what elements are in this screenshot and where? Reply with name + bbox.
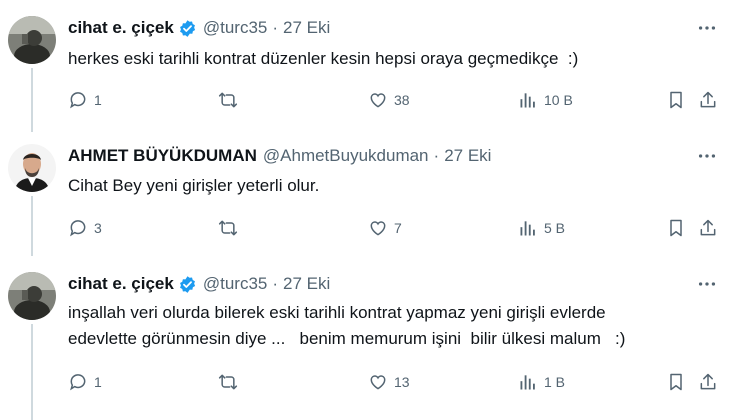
views-icon — [518, 90, 538, 110]
reply-count: 3 — [94, 220, 102, 236]
reply-icon — [68, 218, 88, 238]
tweet-1[interactable]: cihat e. çiçek @turc35 · 27 Eki herkes e… — [0, 0, 730, 132]
like-count: 38 — [394, 92, 410, 108]
share-icon — [698, 218, 718, 238]
reply-button[interactable]: 1 — [68, 370, 102, 394]
separator: · — [433, 146, 440, 165]
display-name[interactable]: cihat e. çiçek — [68, 274, 174, 294]
user-handle[interactable]: @turc35 — [203, 18, 268, 38]
avatar[interactable] — [8, 144, 56, 192]
bookmark-icon — [666, 218, 686, 238]
verified-badge-icon — [178, 19, 197, 38]
tweet-2[interactable]: AHMET BÜYÜKDUMAN @AhmetBuyukduman · 27 E… — [0, 132, 730, 256]
share-icon — [698, 372, 718, 392]
retweet-icon — [218, 90, 238, 110]
user-handle[interactable]: @turc35 — [203, 274, 268, 294]
like-count: 7 — [394, 220, 402, 236]
bookmark-icon — [666, 372, 686, 392]
thread-line — [31, 68, 33, 132]
share-button[interactable] — [698, 370, 718, 394]
retweet-icon — [218, 218, 238, 238]
verified-badge-icon — [178, 275, 197, 294]
like-icon — [368, 90, 388, 110]
view-count: 10 B — [544, 92, 573, 108]
bookmark-button[interactable] — [666, 370, 686, 394]
tweet-header: cihat e. çiçek @turc35 · 27 Eki — [68, 272, 330, 296]
like-icon — [368, 218, 388, 238]
separator: · — [272, 274, 279, 293]
tweet-text: Cihat Bey yeni girişler yeterli olur. — [68, 176, 320, 195]
views-icon — [518, 218, 538, 238]
views-button[interactable]: 5 B — [518, 216, 565, 240]
display-name[interactable]: cihat e. çiçek — [68, 18, 174, 38]
thread-line — [31, 324, 33, 420]
like-button[interactable]: 38 — [368, 88, 410, 112]
tweet-date[interactable]: 27 Eki — [283, 274, 330, 294]
reply-icon — [68, 372, 88, 392]
retweet-button[interactable] — [218, 216, 244, 240]
display-name[interactable]: AHMET BÜYÜKDUMAN — [68, 146, 257, 166]
more-icon[interactable] — [694, 146, 720, 166]
reply-count: 1 — [94, 374, 102, 390]
like-button[interactable]: 7 — [368, 216, 402, 240]
views-button[interactable]: 10 B — [518, 88, 573, 112]
avatar[interactable] — [8, 272, 56, 320]
more-icon[interactable] — [694, 274, 720, 294]
tweet-date[interactable]: 27 Eki — [283, 18, 330, 38]
retweet-button[interactable] — [218, 88, 244, 112]
tweet-header: AHMET BÜYÜKDUMAN @AhmetBuyukduman · 27 E… — [68, 144, 491, 168]
views-icon — [518, 372, 538, 392]
like-icon — [368, 372, 388, 392]
share-button[interactable] — [698, 216, 718, 240]
tweet-text: herkes eski tarihli kontrat düzenler kes… — [68, 49, 579, 68]
bookmark-icon — [666, 90, 686, 110]
like-count: 13 — [394, 374, 410, 390]
thread-line — [31, 196, 33, 256]
action-bar: 1 38 10 B — [68, 88, 720, 112]
reply-icon — [68, 90, 88, 110]
tweet-header: cihat e. çiçek @turc35 · 27 Eki — [68, 16, 330, 40]
action-bar: 1 13 1 B — [68, 370, 720, 394]
tweet-date[interactable]: 27 Eki — [444, 146, 491, 166]
tweet-3[interactable]: cihat e. çiçek @turc35 · 27 Eki inşallah… — [0, 256, 730, 420]
share-icon — [698, 90, 718, 110]
bookmark-button[interactable] — [666, 216, 686, 240]
view-count: 1 B — [544, 374, 566, 390]
reply-button[interactable]: 3 — [68, 216, 102, 240]
bookmark-button[interactable] — [666, 88, 686, 112]
view-count: 5 B — [544, 220, 566, 236]
user-handle[interactable]: @AhmetBuyukduman — [263, 146, 429, 166]
more-icon[interactable] — [694, 18, 720, 38]
reply-button[interactable]: 1 — [68, 88, 102, 112]
views-button[interactable]: 1 B — [518, 370, 565, 394]
like-button[interactable]: 13 — [368, 370, 410, 394]
tweet-text: inşallah veri olurda bilerek eski tarihl… — [68, 303, 626, 348]
separator: · — [272, 18, 279, 37]
reply-count: 1 — [94, 92, 102, 108]
retweet-icon — [218, 372, 238, 392]
share-button[interactable] — [698, 88, 718, 112]
avatar[interactable] — [8, 16, 56, 64]
retweet-button[interactable] — [218, 370, 244, 394]
action-bar: 3 7 5 B — [68, 216, 720, 240]
